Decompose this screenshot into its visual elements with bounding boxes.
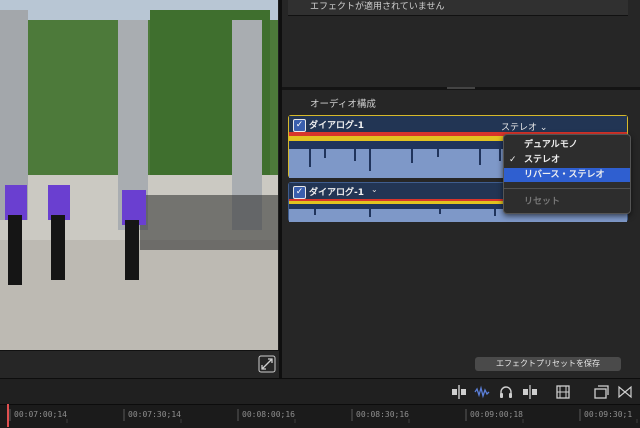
channel-mode-menu: デュアルモノ ✓ ステレオ リバース・ステレオ リセット — [503, 134, 631, 214]
filmstrip-view-icon[interactable] — [555, 384, 571, 400]
clip-appearance-icon[interactable] — [593, 384, 609, 400]
enable-checkbox[interactable]: ✓ — [293, 186, 306, 199]
section-title: オーディオ構成 — [310, 99, 376, 110]
timecode-label: 00:09:30;1 — [584, 410, 633, 419]
menu-item-reverse-stereo[interactable]: リバース・ステレオ — [504, 168, 630, 182]
snapping-icon[interactable] — [522, 384, 538, 400]
timecode-label: 00:08:00;16 — [242, 410, 295, 419]
menu-item-label: リバース・ステレオ — [524, 170, 605, 180]
chevron-down-icon[interactable]: ⌄ — [371, 185, 378, 194]
timeline-index-icon[interactable] — [617, 384, 633, 400]
enable-checkbox[interactable]: ✓ — [293, 119, 306, 132]
fullscreen-arrows-icon[interactable] — [258, 355, 276, 373]
split-grip[interactable] — [447, 87, 475, 89]
ruler-ticks — [9, 409, 638, 423]
checkmark-icon: ✓ — [509, 155, 517, 165]
menu-item-label: リセット — [524, 197, 561, 207]
menu-item-stereo[interactable]: ✓ ステレオ — [504, 153, 630, 167]
menu-item-dual-mono[interactable]: デュアルモノ — [504, 138, 630, 152]
audio-skimming-icon[interactable] — [474, 384, 490, 400]
menu-separator — [504, 188, 630, 189]
menu-item-label: ステレオ — [524, 155, 561, 165]
timeline-ruler[interactable]: 00:07:00;14 00:07:30;14 00:08:00;16 00:0… — [0, 404, 640, 428]
timecode-label: 00:09:00;18 — [470, 410, 523, 419]
timecode-label: 00:08:30;16 — [356, 410, 409, 419]
menu-item-label: デュアルモノ — [524, 140, 578, 150]
video-viewer[interactable] — [0, 0, 278, 350]
row-title: ダイアログ-1 — [309, 188, 364, 198]
solo-headphones-icon[interactable] — [498, 384, 514, 400]
timecode-label: 00:07:00;14 — [14, 410, 67, 419]
effects-status: エフェクトが適用されていません — [288, 0, 628, 16]
clip-skimming-icon[interactable] — [451, 384, 467, 400]
timecode-label: 00:07:30;14 — [128, 410, 181, 419]
timeline-toolbar — [0, 378, 640, 405]
playhead[interactable] — [7, 404, 9, 427]
row-title: ダイアログ-1 — [309, 121, 364, 131]
video-frame — [0, 0, 278, 350]
save-effects-preset-button[interactable]: エフェクトプリセットを保存 — [475, 357, 621, 371]
viewer-bottom-bar — [0, 350, 280, 379]
menu-item-reset: リセット — [504, 195, 630, 209]
